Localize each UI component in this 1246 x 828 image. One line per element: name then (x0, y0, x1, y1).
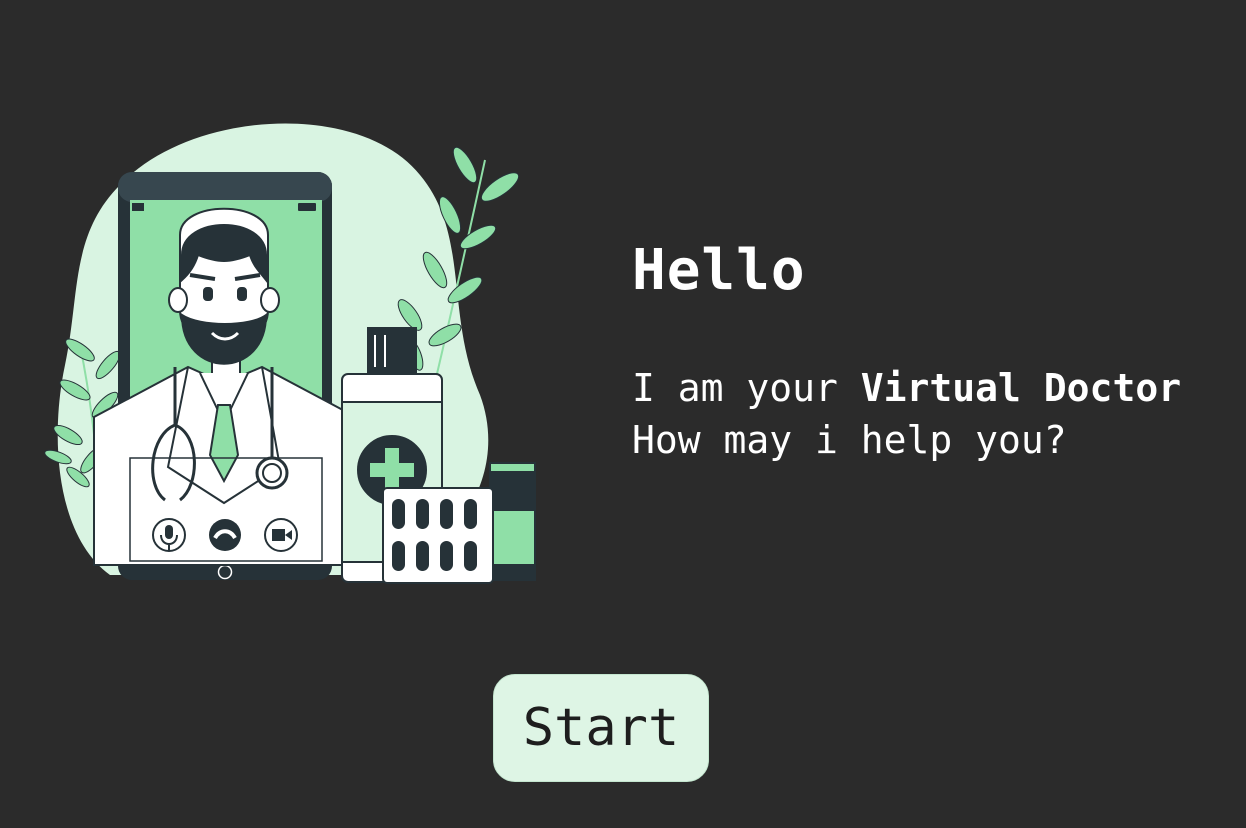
virtual-doctor-label: Virtual Doctor (860, 366, 1182, 410)
intro-line: I am your Virtual Doctor (632, 362, 1181, 414)
intro-prefix: I am your (632, 366, 861, 410)
help-question: How may i help you? (632, 418, 1067, 462)
start-button[interactable]: Start (493, 674, 709, 782)
small-bottle (489, 462, 536, 581)
intro-text: I am your Virtual Doctor How may i help … (632, 362, 1181, 466)
greeting-block: Hello I am your Virtual Doctor How may i… (632, 238, 1181, 466)
pill-blister-pack (382, 487, 494, 584)
call-controls (152, 518, 298, 552)
greeting-title: Hello (632, 238, 806, 303)
hang-up-icon (209, 519, 241, 551)
doctor-video-call-illustration (40, 105, 560, 595)
